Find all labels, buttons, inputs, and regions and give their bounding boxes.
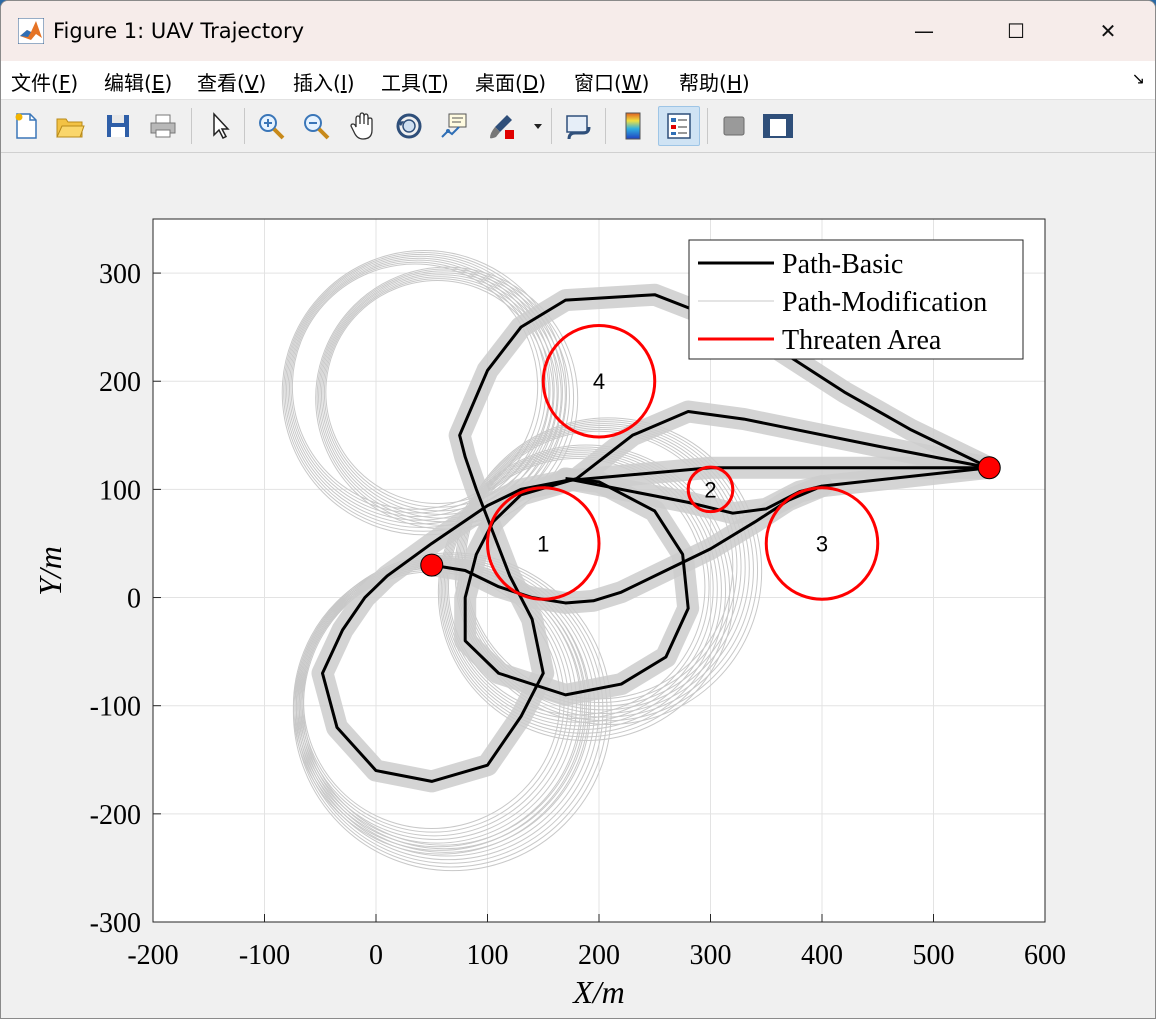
menu-label-end: ) [641,71,650,95]
x-tick-label: 300 [690,940,732,971]
x-tick-label: 400 [801,940,843,971]
legend-label-threaten-area: Threaten Area [782,325,942,356]
x-tick-label: 500 [913,940,955,971]
threat-area-label: 2 [704,477,716,502]
menu-help[interactable]: 帮助(H) [679,67,750,96]
y-tick-label: -300 [90,908,141,939]
x-tick-label: 200 [578,940,620,971]
menu-accelerator: H [726,71,742,95]
menu-accelerator: V [244,71,259,95]
window-title: Figure 1: UAV Trajectory [53,19,305,43]
x-tick-label: -200 [127,940,178,971]
save-icon[interactable] [101,106,135,146]
legend-icon[interactable] [658,106,700,146]
title-bar[interactable]: Figure 1: UAV Trajectory — ☐ ✕ [1,1,1155,61]
hide-plot-tools-icon[interactable] [717,106,751,146]
menu-insert[interactable]: 插入(I) [293,67,355,96]
menu-edit[interactable]: 编辑(E) [104,67,172,96]
brush-icon[interactable] [485,106,519,146]
toolbar [1,100,1155,153]
y-axis-label: Y/m [32,546,68,596]
x-tick-label: 100 [467,940,509,971]
toolbar-separator [551,108,552,144]
menu-window[interactable]: 窗口(W) [574,67,649,96]
matlab-logo-icon [18,18,44,44]
menu-view[interactable]: 查看(V) [197,67,266,96]
figure-window: Figure 1: UAV Trajectory — ☐ ✕ 文件(F) 编辑(… [0,0,1156,1019]
y-tick-label: -100 [90,692,141,723]
zoom-out-icon[interactable] [299,106,333,146]
threat-area-label: 3 [816,531,828,556]
menu-label: 工具( [381,71,429,95]
legend-label-path-basic: Path-Basic [782,249,903,280]
toolbar-separator [191,108,192,144]
new-figure-icon[interactable] [9,106,43,146]
x-tick-label: 600 [1024,940,1066,971]
y-tick-label: 200 [99,367,141,398]
figure-canvas: 1234 -200 -100 0 100 200 300 400 500 600 -300 -200… [1,153,1155,1018]
x-tick-label: 0 [369,940,383,971]
menu-accelerator: W [621,71,642,95]
menu-label: 编辑( [104,71,152,95]
menu-label: 帮助( [679,71,727,95]
show-plot-tools-icon[interactable] [761,106,795,146]
menu-label-end: ) [70,71,79,95]
menu-label: 桌面( [475,71,523,95]
menu-tools[interactable]: 工具(T) [381,67,449,96]
menu-label: 查看( [197,71,245,95]
start-point-marker [420,553,444,577]
x-axis-label: X/m [571,974,625,1010]
minimize-button[interactable]: — [878,1,970,61]
menu-accelerator: F [58,71,71,95]
y-tick-label: -200 [90,800,141,831]
menu-label: 文件( [11,71,59,95]
colorbar-icon[interactable] [616,106,650,146]
menu-file[interactable]: 文件(F) [11,67,78,96]
zoom-in-icon[interactable] [254,106,288,146]
threat-area-label: 4 [593,369,605,394]
legend[interactable]: Path-Basic Path-Modification Threaten Ar… [688,239,1024,360]
close-button[interactable]: ✕ [1062,1,1154,61]
brush-dropdown-icon[interactable] [528,106,548,146]
menu-label: 窗口( [574,71,622,95]
menu-accelerator: E [151,71,165,95]
goal-point-marker [977,456,1001,480]
y-tick-label: 100 [99,475,141,506]
menu-label: 插入( [293,71,341,95]
maximize-button[interactable]: ☐ [970,1,1062,61]
y-tick-label: 0 [127,584,141,615]
menu-desktop[interactable]: 桌面(D) [475,67,546,96]
toolbar-separator [605,108,606,144]
toolbar-separator [707,108,708,144]
select-arrow-icon[interactable] [202,106,236,146]
data-cursor-icon[interactable] [437,106,471,146]
rotate-3d-icon[interactable] [392,106,426,146]
legend-label-path-modification: Path-Modification [782,287,987,318]
menu-accelerator: D [522,71,539,95]
y-tick-label: 300 [99,259,141,290]
menu-label-end: ) [441,71,449,95]
menu-label-end: ) [538,71,547,95]
trajectory-plot[interactable]: 1234 -200 -100 0 100 200 300 400 500 600-300-200… [1,153,1155,1018]
menu-label-end: ) [258,71,267,95]
menu-label-end: ) [346,71,355,95]
link-plot-icon[interactable] [561,106,595,146]
pan-hand-icon[interactable] [346,106,380,146]
menu-overflow-icon[interactable]: ↘ [1132,69,1145,88]
menu-label-end: ) [741,71,750,95]
toolbar-separator [244,108,245,144]
menu-bar: 文件(F) 编辑(E) 查看(V) 插入(I) 工具(T) 桌面(D) 窗口(W… [1,61,1155,100]
threat-area-label: 1 [537,531,549,556]
menu-label-end: ) [164,71,173,95]
open-folder-icon[interactable] [53,106,87,146]
x-tick-label: -100 [239,940,290,971]
menu-accelerator: T [428,71,442,95]
print-icon[interactable] [146,106,180,146]
